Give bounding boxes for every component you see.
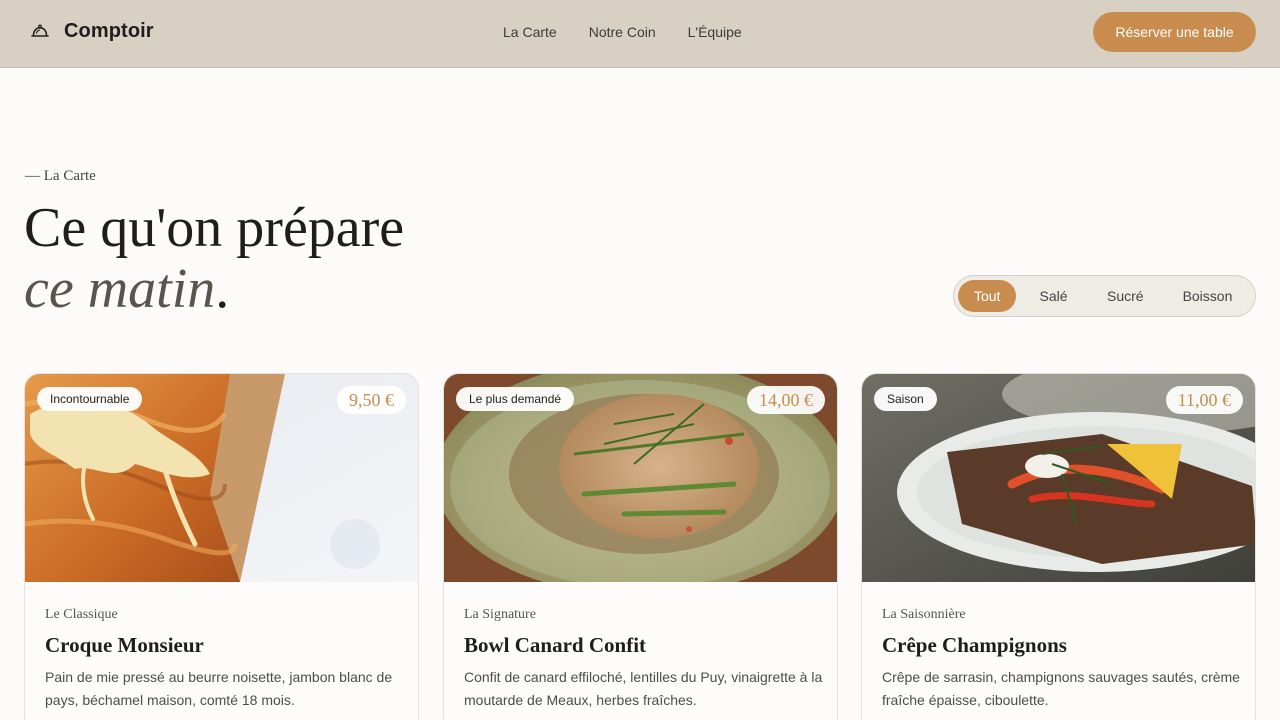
menu-card[interactable]: Le plus demandé 14,00 € La Signature Bow…: [443, 373, 838, 720]
nav-link-equipe[interactable]: L'Équipe: [688, 24, 742, 40]
brand[interactable]: Comptoir: [30, 20, 154, 43]
card-kicker: La Signature: [464, 607, 536, 622]
filter-tout[interactable]: Tout: [958, 280, 1017, 312]
card-price: 14,00 €: [747, 386, 825, 414]
card-description: Confit de canard effiloché, lentilles du…: [464, 669, 823, 708]
card-title: Crêpe Champignons: [882, 633, 1067, 657]
cloche-icon: [30, 22, 50, 42]
section-title: Ce qu'on prépare: [24, 197, 405, 259]
card-title: Croque Monsieur: [45, 633, 204, 657]
section-eyebrow: — La Carte: [25, 168, 96, 184]
card-description: Crêpe de sarrasin, champignons sauvages …: [882, 669, 1240, 708]
nav-link-la-carte[interactable]: La Carte: [503, 24, 557, 40]
menu-card[interactable]: Incontournable 9,50 € Le Classique Croqu…: [24, 373, 419, 720]
section-title-italic: ce matin: [24, 258, 216, 320]
site-header: Comptoir La Carte Notre Coin L'Équipe Ré…: [0, 0, 1280, 68]
card-price: 9,50 €: [337, 386, 406, 414]
card-price: 11,00 €: [1165, 386, 1243, 414]
card-kicker: La Saisonnière: [882, 607, 966, 622]
brand-name: Comptoir: [64, 20, 154, 42]
nav-link-notre-coin[interactable]: Notre Coin: [589, 24, 656, 40]
filter-boisson[interactable]: Boisson: [1160, 280, 1255, 312]
main-nav: La Carte Notre Coin L'Équipe: [503, 24, 742, 40]
card-description: Pain de mie pressé au beurre noisette, j…: [45, 669, 393, 708]
card-badge: Le plus demandé: [456, 387, 575, 411]
card-title: Bowl Canard Confit: [464, 633, 647, 657]
card-badge: Saison: [874, 387, 937, 411]
section-title-line2: ce matin.: [24, 257, 229, 321]
menu-filter-group: Tout Salé Sucré Boisson: [953, 275, 1256, 317]
filter-sale[interactable]: Salé: [1016, 280, 1090, 312]
reserve-table-button[interactable]: Réserver une table: [1093, 12, 1256, 52]
filter-sucre[interactable]: Sucré: [1091, 280, 1160, 312]
menu-card[interactable]: Saison 11,00 € La Saisonnière Crêpe Cham…: [861, 373, 1256, 720]
section-title-period: .: [215, 258, 230, 320]
card-badge: Incontournable: [37, 387, 143, 411]
card-kicker: Le Classique: [45, 607, 118, 622]
